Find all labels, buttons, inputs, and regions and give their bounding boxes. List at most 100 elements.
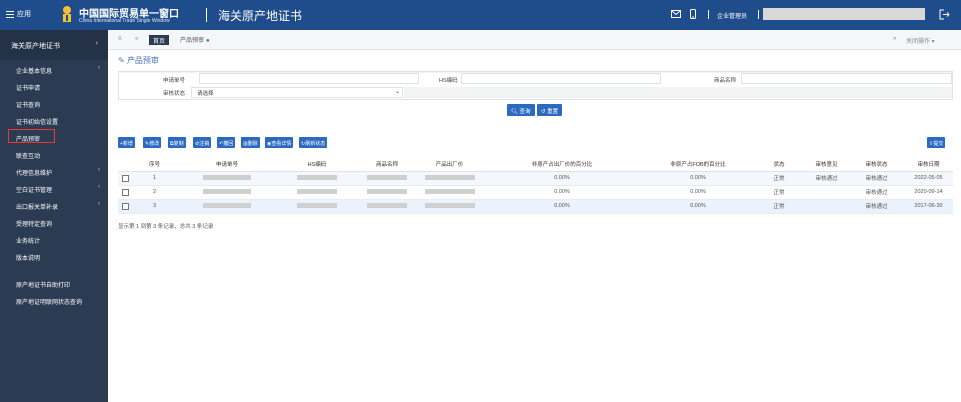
edit-icon: ✎ (118, 56, 125, 65)
sidebar-item-export-decl[interactable]: 出口报关单补录 ‹ (0, 196, 108, 213)
sidebar-item-cert-settings[interactable]: 证书初始信设置 (0, 111, 108, 128)
apply-no-input[interactable] (199, 73, 419, 84)
cell-no: 3 (132, 199, 177, 214)
redacted-product-name (367, 203, 407, 209)
sidebar-item-label: 出口报关单补录 (16, 205, 59, 211)
header-no: 序号 (132, 157, 177, 172)
table-header-row: 序号 申请单号 HS编码 商品名称 产品出厂价 非原产占出厂价的百分比 非原产占… (118, 157, 953, 172)
hs-code-input[interactable] (461, 73, 661, 84)
sidebar-item-label: 版本说明 (16, 256, 41, 262)
page-title: ✎ 产品预审 (118, 55, 159, 66)
sidebar-item-company-info[interactable]: 企业基本信息 ‹ (0, 60, 108, 77)
page-title-text: 产品预审 (126, 56, 159, 65)
sidebar-item-label: 证书初始信设置 (16, 120, 59, 126)
refresh-status-button[interactable]: ↻刷新状态 (299, 137, 328, 148)
redacted-product-name (367, 175, 407, 181)
brand-english: China International Trade Single Window (79, 18, 170, 24)
redacted-factory-price (424, 175, 475, 181)
add-button[interactable]: +新增 (118, 137, 135, 148)
header-status: 状态 (754, 157, 804, 172)
customs-emblem-icon (63, 6, 71, 22)
copy-button[interactable]: ⧉复制 (168, 137, 186, 148)
sidebar-item-network-status[interactable]: 原产地证明联网状态查询 (0, 291, 108, 308)
close-tab-icon[interactable]: ● (206, 38, 210, 44)
tab-scroll-left-icon[interactable]: « (135, 36, 138, 42)
title-divider (206, 8, 207, 22)
product-name-input[interactable] (741, 73, 952, 84)
redacted-factory-price (424, 189, 475, 195)
sidebar-item-product-review[interactable]: 产品预审 (0, 128, 108, 145)
chevron-left-icon: ‹ (98, 201, 100, 207)
sidebar-item-statistics[interactable]: 业务统计 (0, 230, 108, 247)
table-row[interactable]: 2 0.00% 0.00% 正常 审核通过 2020-09-14 (118, 185, 953, 200)
tab-bar: ≡ « 首页 产品预审 ● » 关闭操作 ▾ (108, 30, 961, 50)
row-checkbox[interactable] (121, 202, 129, 210)
phone-icon[interactable] (688, 9, 698, 19)
sidebar-item-label: 原产地证明联网状态查询 (16, 300, 83, 306)
redacted-apply-no (203, 189, 251, 195)
sidebar-item-interaction[interactable]: 联查互动 (0, 145, 108, 162)
hs-code-label: HS编码 (439, 78, 458, 84)
header-review-date: 审核日期 (904, 157, 953, 172)
edit-button[interactable]: ✎修改 (143, 137, 162, 148)
reset-button[interactable]: ↺ 重置 (537, 104, 563, 116)
sidebar-item-cert-query[interactable]: 证书查询 (0, 94, 108, 111)
logout-icon[interactable] (939, 9, 950, 20)
collapse-chevron-icon[interactable]: ‹ (96, 40, 98, 47)
row-checkbox[interactable] (121, 174, 129, 182)
app-menu-button[interactable]: 应用 (6, 9, 31, 19)
query-button[interactable]: 🔍︎ 查询 (507, 104, 535, 116)
tab-home[interactable]: 首页 (149, 35, 170, 45)
tab-product-review[interactable]: 产品预审 ● (180, 35, 210, 44)
header-select (118, 157, 132, 172)
sidebar-item-blank-cert[interactable]: 空白证书管理 ‹ (0, 179, 108, 196)
cell-opinion (804, 185, 849, 200)
menu-toggle-icon[interactable]: ≡ (118, 36, 122, 42)
delete-button-label: 删除 (247, 141, 258, 147)
sidebar-menu: 企业基本信息 ‹ 证书申请 证书查询 证书初始信设置 产品预审 联查互动 代理信息… (0, 60, 108, 264)
sidebar-item-agent-info[interactable]: 代理信息维护 ‹ (0, 162, 108, 179)
tab-scroll-right-icon[interactable]: » (893, 36, 896, 42)
results-table: 序号 申请单号 HS编码 商品名称 产品出厂价 非原产占出厂价的百分比 非原产占… (118, 157, 953, 214)
sidebar-extra-menu: 原产地证书自助打印 原产地证明联网状态查询 (0, 274, 108, 308)
sidebar-item-special-query[interactable]: 受理特定查询 (0, 213, 108, 230)
withdraw-button[interactable]: ↶撤回 (217, 137, 236, 148)
cancel-button-label: 注销 (199, 141, 210, 147)
table-row[interactable]: 3 0.00% 0.00% 正常 审核通过 2017-06-30 (118, 199, 953, 214)
cell-review-status: 审核通过 (849, 171, 904, 186)
app-menu-label: 应用 (17, 11, 31, 18)
add-button-label: 新增 (122, 141, 133, 147)
sidebar-item-cert-apply[interactable]: 证书申请 (0, 77, 108, 94)
redacted-hs-code (297, 175, 337, 181)
header-apply-no: 申请单号 (177, 157, 277, 172)
sidebar-item-version[interactable]: 版本说明 (0, 247, 108, 264)
header-review-status: 审核状态 (849, 157, 904, 172)
table-row[interactable]: 1 0.00% 0.00% 正常 审核通过 审核通过 2022-05-05 (118, 171, 953, 186)
cell-review-status: 审核通过 (849, 199, 904, 214)
apply-no-label: 申请单号 (163, 78, 186, 84)
header-pct-fob: 非原产占FOB的百分比 (642, 157, 754, 172)
sidebar-item-self-print[interactable]: 原产地证书自助打印 (0, 274, 108, 291)
cell-pct-factory: 0.00% (482, 185, 642, 200)
copy-button-label: 复制 (173, 141, 184, 147)
view-details-button[interactable]: ◉查看详情 (265, 137, 294, 148)
chevron-left-icon: ‹ (98, 184, 100, 190)
system-title: 海关原产地证书 (218, 9, 303, 23)
top-navbar: 应用 中国国际贸易单一窗口 China International Trade … (0, 0, 961, 30)
review-status-select[interactable] (191, 87, 403, 98)
sidebar-title: 海关原产地证书 (11, 43, 60, 50)
sidebar-item-label: 企业基本信息 (16, 69, 53, 75)
sidebar-header: 海关原产地证书 ‹ (0, 30, 108, 60)
close-operations-menu[interactable]: 关闭操作 ▾ (906, 36, 935, 45)
query-button-label: 查询 (519, 109, 531, 115)
mail-icon[interactable] (671, 10, 681, 18)
delete-button[interactable]: ▥删除 (241, 137, 260, 148)
submit-button[interactable]: ⇧提交 (927, 137, 946, 148)
cancel-button[interactable]: ⊘注销 (193, 137, 212, 148)
row-checkbox[interactable] (121, 188, 129, 196)
close-ops-label: 关闭操作 (906, 39, 931, 45)
user-divider (708, 10, 709, 19)
withdraw-button-label: 撤回 (223, 141, 234, 147)
redacted-product-name (367, 189, 407, 195)
cell-pct-fob: 0.00% (642, 199, 754, 214)
